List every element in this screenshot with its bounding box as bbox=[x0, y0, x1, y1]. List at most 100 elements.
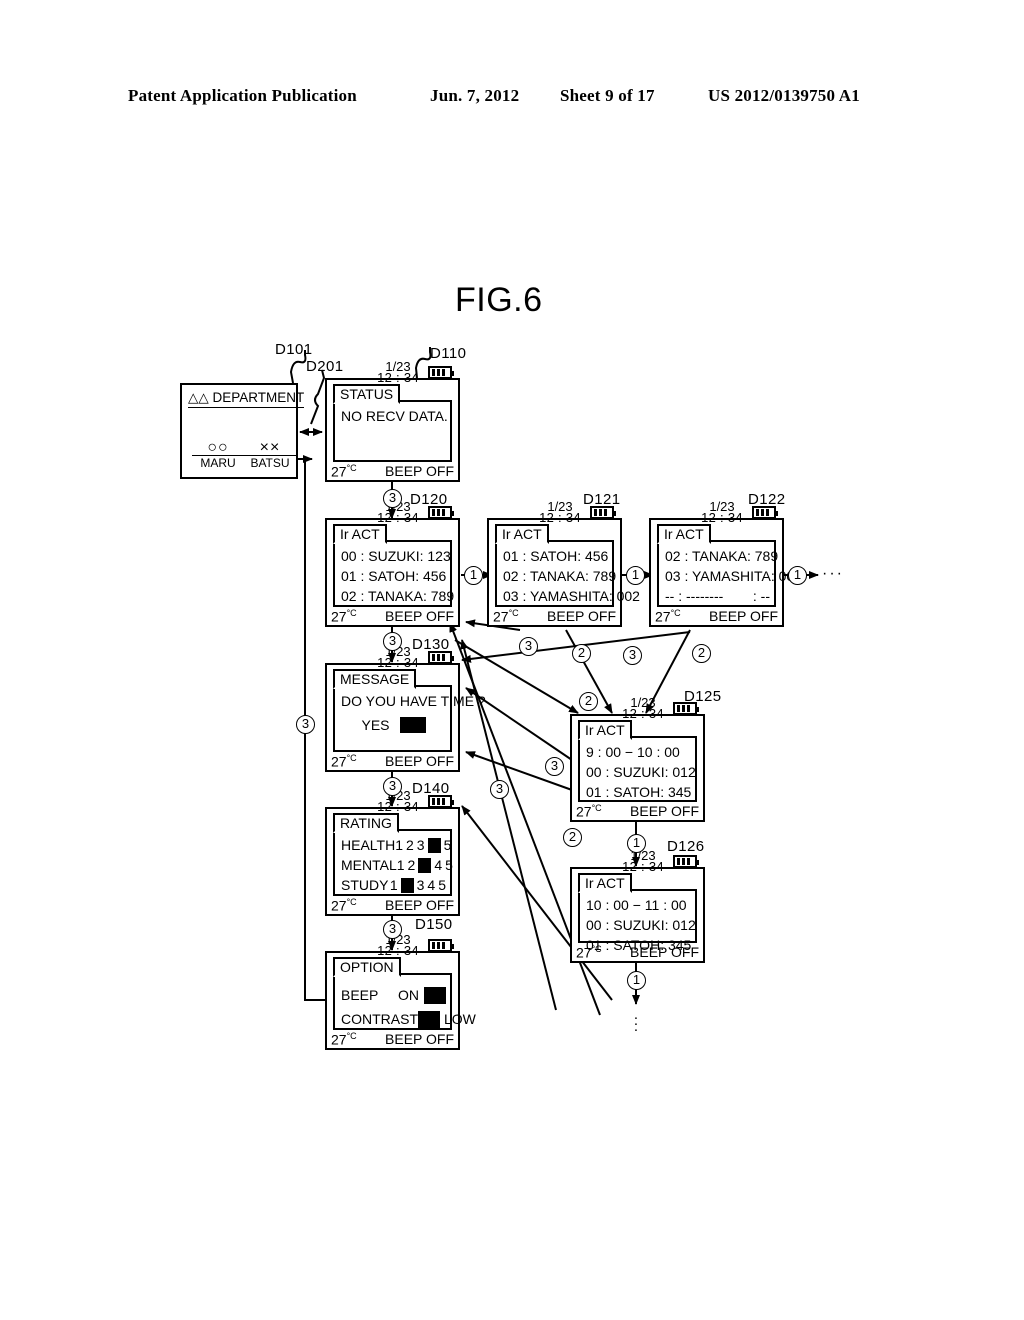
screen-d120-ir-act[interactable]: Ir ACT 00 : SUZUKI : 123 01 : SATOH : 45… bbox=[325, 500, 460, 627]
beep-toggle-block-icon[interactable] bbox=[424, 986, 446, 1004]
d150-time: 12 : 34 bbox=[377, 943, 419, 958]
maru-symbol: ○○ bbox=[207, 439, 229, 456]
d110-beep: BEEP OFF bbox=[385, 463, 454, 479]
screen-d150-option[interactable]: OPTION BEEP ON CONTRAST LOW 1/23 12 : 34 bbox=[325, 933, 476, 1050]
d130-answer-row[interactable]: YES bbox=[341, 711, 446, 735]
rating-selected-block-icon[interactable] bbox=[400, 877, 414, 893]
d110-footer: 27°C BEEP OFF bbox=[331, 462, 454, 480]
contrast-value: LOW bbox=[444, 1011, 476, 1027]
list-item[interactable]: 01 : SATOH : 345 bbox=[586, 782, 691, 802]
step-marker-1: 1 bbox=[788, 566, 807, 585]
battery-icon bbox=[428, 939, 454, 952]
d126-row0-id: : 012 bbox=[664, 917, 696, 933]
rating-value[interactable]: 1 bbox=[395, 838, 403, 852]
contrast-toggle-block-icon[interactable] bbox=[418, 1010, 440, 1028]
option-row-contrast[interactable]: CONTRAST LOW bbox=[341, 1007, 476, 1031]
rating-row-mental[interactable]: MENTAL 1 2 4 5 bbox=[341, 855, 453, 875]
rating-scale[interactable]: 1 2 4 5 bbox=[397, 857, 453, 873]
rating-value[interactable]: 2 bbox=[408, 858, 416, 872]
d140-footer: 27°C BEEP OFF bbox=[331, 897, 454, 914]
d140-beep: BEEP OFF bbox=[385, 897, 454, 913]
rating-value[interactable]: 3 bbox=[417, 878, 425, 892]
d121-display-area: Ir ACT 01 : SATOH : 456 02 : TANAKA : 78… bbox=[495, 524, 640, 607]
rating-row-health[interactable]: HEALTH 1 2 3 5 bbox=[341, 835, 451, 855]
rating-row-study[interactable]: STUDY 1 3 4 5 bbox=[341, 875, 446, 895]
screen-d125-ir-act-schedule[interactable]: Ir ACT 9 : 00 − 10 : 00 00 : SUZUKI : 01… bbox=[570, 696, 705, 822]
list-item[interactable]: -- : -------- : -- bbox=[665, 586, 770, 606]
d122-row2-id: : -- bbox=[752, 588, 770, 604]
screen-d110-status[interactable]: STATUS NO RECV DATA. 1/23 12 : 34 27°C B… bbox=[325, 360, 460, 482]
batsu-symbol: ×× bbox=[259, 439, 281, 456]
d110-clock: 1/23 12 : 34 bbox=[372, 360, 424, 384]
step-marker-2: 2 bbox=[579, 692, 598, 711]
d121-tab[interactable]: Ir ACT bbox=[495, 524, 549, 544]
d120-display-area: Ir ACT 00 : SUZUKI : 123 01 : SATOH : 45… bbox=[333, 524, 454, 607]
d125-tab[interactable]: Ir ACT bbox=[578, 720, 632, 740]
list-item[interactable]: 01 : SATOH : 456 bbox=[503, 546, 608, 566]
rating-value[interactable]: 1 bbox=[390, 878, 398, 892]
option-row-beep[interactable]: BEEP ON bbox=[341, 983, 446, 1007]
d125-footer: 27°C BEEP OFF bbox=[576, 803, 699, 820]
rating-value[interactable]: 3 bbox=[417, 838, 425, 852]
continuation-dots-vertical: ... bbox=[633, 1006, 639, 1035]
d126-tab[interactable]: Ir ACT bbox=[578, 873, 632, 893]
step-marker-1: 1 bbox=[464, 566, 483, 585]
step-marker-1: 1 bbox=[627, 971, 646, 990]
d121-beep: BEEP OFF bbox=[547, 608, 616, 624]
d130-display-area: MESSAGE DO YOU HAVE TIME ? YES bbox=[333, 669, 486, 752]
rating-value[interactable]: 4 bbox=[427, 878, 435, 892]
rating-value[interactable]: 5 bbox=[445, 858, 453, 872]
step-marker-3: 3 bbox=[383, 489, 402, 508]
department-label: △△ DEPARTMENT bbox=[188, 390, 305, 408]
d122-footer: 27°C BEEP OFF bbox=[655, 607, 778, 625]
d110-tab[interactable]: STATUS bbox=[333, 384, 401, 404]
d126-beep: BEEP OFF bbox=[630, 944, 699, 960]
d121-footer: 27°C BEEP OFF bbox=[493, 608, 616, 625]
d120-tab[interactable]: Ir ACT bbox=[333, 524, 387, 544]
rating-selected-block-icon[interactable] bbox=[427, 837, 441, 853]
screen-d130-message[interactable]: MESSAGE DO YOU HAVE TIME ? YES 1/23 12 :… bbox=[325, 645, 486, 772]
d125-body: 9 : 00 − 10 : 00 00 : SUZUKI : 012 01 : … bbox=[586, 742, 696, 799]
list-item[interactable]: 02 : TANAKA : 789 bbox=[665, 546, 778, 566]
list-item[interactable]: 03 : YAMASHITA : 002 bbox=[503, 586, 640, 606]
d120-body: 00 : SUZUKI : 123 01 : SATOH : 456 02 : … bbox=[341, 546, 454, 606]
d150-tab[interactable]: OPTION bbox=[333, 957, 401, 977]
step-marker-2: 2 bbox=[572, 644, 591, 663]
screen-d121-ir-act[interactable]: Ir ACT 01 : SATOH : 456 02 : TANAKA : 78… bbox=[487, 500, 640, 627]
screen-d126-ir-act-schedule[interactable]: Ir ACT 10 : 00 − 11 : 00 00 : SUZUKI : 0… bbox=[570, 849, 705, 963]
step-marker-1: 1 bbox=[626, 566, 645, 585]
step-marker-3: 3 bbox=[519, 637, 538, 656]
battery-icon bbox=[673, 702, 699, 715]
rating-value[interactable]: 1 bbox=[397, 858, 405, 872]
screen-d140-rating[interactable]: RATING HEALTH 1 2 3 5 MENTAL 1 2 4 5 STU… bbox=[325, 789, 460, 916]
rating-scale[interactable]: 1 3 4 5 bbox=[390, 877, 446, 893]
list-item[interactable]: 02 : TANAKA : 789 bbox=[341, 586, 454, 606]
list-item[interactable]: 00 : SUZUKI : 012 bbox=[586, 915, 696, 935]
screen-d101-name-card[interactable]: △△ DEPARTMENT ○○ MARU ×× BATSU bbox=[180, 383, 305, 479]
list-item[interactable]: 00 : SUZUKI : 123 bbox=[341, 546, 451, 566]
list-item[interactable]: 02 : TANAKA : 789 bbox=[503, 566, 616, 586]
d130-tab[interactable]: MESSAGE bbox=[333, 669, 417, 689]
rating-value[interactable]: 5 bbox=[444, 838, 452, 852]
selection-block-icon[interactable] bbox=[399, 717, 426, 733]
battery-icon bbox=[428, 795, 454, 808]
rating-value[interactable]: 4 bbox=[434, 858, 442, 872]
d140-tab[interactable]: RATING bbox=[333, 813, 399, 833]
d110-temp: 27°C bbox=[331, 462, 357, 480]
rating-selected-block-icon[interactable] bbox=[418, 857, 432, 873]
screen-d122-ir-act[interactable]: Ir ACT 02 : TANAKA : 789 03 : YAMASHITA … bbox=[649, 500, 802, 627]
list-item[interactable]: 00 : SUZUKI : 012 bbox=[586, 762, 696, 782]
d122-row2-name: -- : -------- bbox=[665, 588, 724, 604]
d122-temp: 27°C bbox=[655, 607, 681, 625]
rating-value[interactable]: 5 bbox=[438, 878, 446, 892]
d120-footer: 27°C BEEP OFF bbox=[331, 608, 454, 625]
rating-scale[interactable]: 1 2 3 5 bbox=[395, 837, 452, 853]
list-item[interactable]: 01 : SATOH : 456 bbox=[341, 566, 446, 586]
d125-row1-name: 01 : SATOH bbox=[586, 784, 661, 800]
beep-label: BEEP bbox=[341, 987, 379, 1003]
rating-value[interactable]: 2 bbox=[406, 838, 414, 852]
d122-tab[interactable]: Ir ACT bbox=[657, 524, 711, 544]
d121-row1-id: : 789 bbox=[584, 568, 617, 584]
step-marker-2: 2 bbox=[692, 644, 711, 663]
list-item[interactable]: 03 : YAMASHITA : 002 bbox=[665, 566, 802, 586]
